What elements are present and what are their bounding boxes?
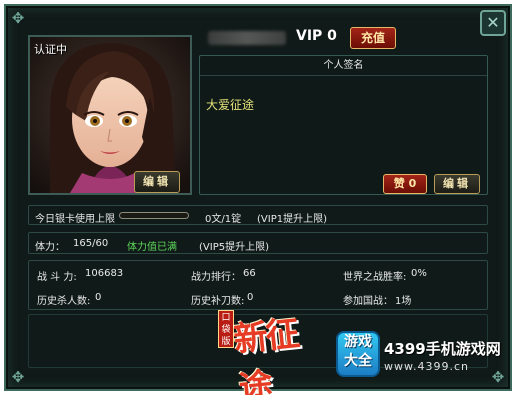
close-button[interactable]: ✕ [480,10,506,36]
player-name-blurred [208,31,286,45]
watermark-badge-line2: 大全 [344,353,372,369]
silver-progress-bar [119,212,189,219]
stamina-status: 体力值已满 [127,242,177,253]
silver-note: (VIP1提升上限) [257,214,327,225]
kills-value: 0 [95,292,102,303]
silver-limit-label: 今日银卡使用上限 [35,214,115,225]
watermark-url: www.4399.cn [384,360,469,373]
corner-ornament-icon: ✥ [11,368,25,386]
combat-power-value: 106683 [85,268,124,279]
avatar: 认证中 编辑 [28,35,192,195]
watermark-badge-line1: 游戏 [344,334,372,350]
corner-ornament-icon: ✥ [11,9,25,27]
national-war-value: 1场 [395,296,412,307]
silver-limit-row: 今日银卡使用上限 0文/1锭 (VIP1提升上限) [28,205,488,225]
certification-status: 认证中 [34,43,67,56]
character-portrait [30,37,190,193]
kills-label: 历史杀人数: [37,296,91,307]
combat-rank-label: 战力排行： [191,272,241,283]
recharge-button[interactable]: 充值 [350,27,396,49]
signature-text: 大爱征途 [206,98,255,112]
vip-level: VIP 0 [296,28,337,44]
stamina-label: 体力： [35,242,65,253]
stamina-note: (VIP5提升上限) [199,242,269,253]
stamina-value: 165/60 [73,238,109,249]
like-button[interactable]: 赞 0 [383,174,427,194]
combat-rank-value: 66 [243,268,256,279]
world-war-value: 0% [411,268,427,279]
signature-header: 个人签名 [200,56,487,76]
national-war-label: 参加国战： [343,296,393,307]
game-logo: 口袋版 新征途 [218,310,318,395]
edit-avatar-button[interactable]: 编辑 [134,171,180,193]
combat-power-label: 战 斗 力: [37,272,77,283]
logo-title: 新征途 [231,313,300,395]
signature-panel: 个人签名 大爱征途 赞 0 编辑 [199,55,488,195]
stats-panel: 战 斗 力: 106683 战力排行： 66 世界之战胜率: 0% 历史杀人数:… [28,260,488,310]
watermark-site-name: 4399手机游戏网 [384,340,501,358]
watermark-badge: 游戏 大全 [336,331,380,377]
corner-ornament-icon: ✥ [491,368,505,386]
edit-signature-button[interactable]: 编辑 [434,174,480,194]
last-hits-label: 历史补刀数: [191,296,245,307]
stamina-row: 体力： 165/60 体力值已满 (VIP5提升上限) [28,232,488,254]
silver-value: 0文/1锭 [205,214,242,225]
world-war-label: 世界之战胜率: [343,272,407,283]
close-icon: ✕ [486,13,500,32]
last-hits-value: 0 [247,292,254,303]
